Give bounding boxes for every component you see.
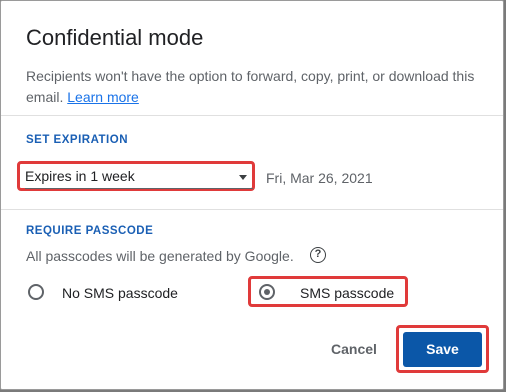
save-button[interactable]: Save [403,332,482,367]
no-sms-passcode-radio[interactable] [28,284,44,300]
sms-passcode-label[interactable]: SMS passcode [300,285,394,301]
chevron-down-icon [239,175,247,180]
sms-passcode-radio[interactable] [259,284,275,300]
dialog-title: Confidential mode [26,25,204,50]
expiration-select[interactable]: Expires in 1 week [25,166,253,189]
no-sms-passcode-label[interactable]: No SMS passcode [62,285,178,301]
dialog-description: Recipients won't have the option to forw… [26,66,481,108]
confidential-mode-dialog: Confidential mode Recipients won't have … [0,0,504,390]
set-expiration-heading: SET EXPIRATION [26,134,128,146]
divider [1,209,503,210]
expiration-select-value: Expires in 1 week [25,168,135,184]
expiration-date: Fri, Mar 26, 2021 [266,170,373,186]
divider [1,115,503,116]
learn-more-link[interactable]: Learn more [67,89,139,105]
passcode-note: All passcodes will be generated by Googl… [26,248,294,264]
require-passcode-heading: REQUIRE PASSCODE [26,225,154,237]
radio-selected-dot [264,289,270,295]
cancel-button[interactable]: Cancel [319,334,389,364]
help-circle-icon[interactable]: ? [310,247,326,263]
